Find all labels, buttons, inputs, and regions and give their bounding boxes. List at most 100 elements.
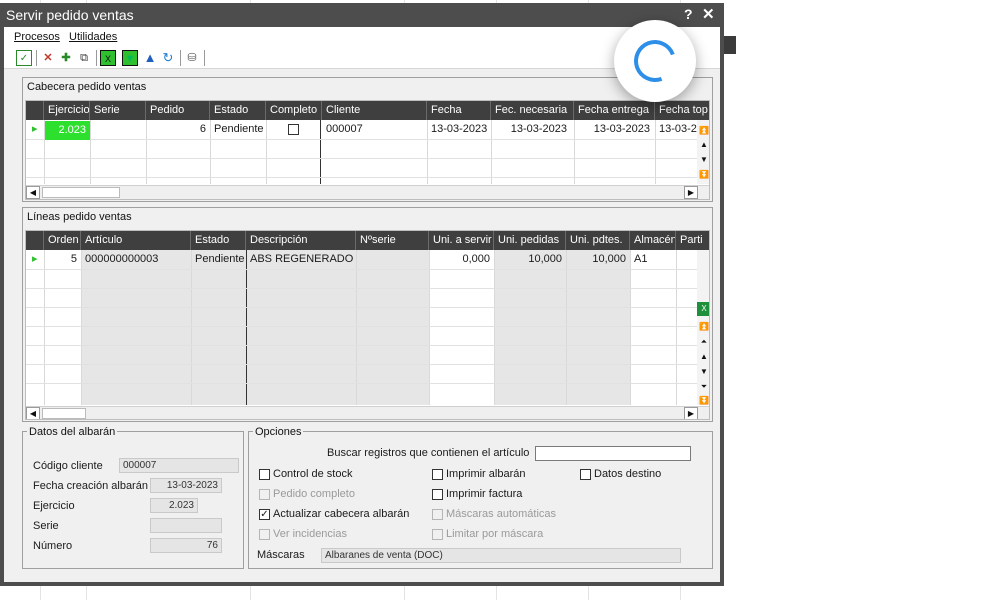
- col-ejercicio[interactable]: Ejercicio: [44, 101, 90, 120]
- first-record-icon[interactable]: ⏫: [697, 124, 709, 138]
- pedido-completo-label: Pedido completo: [273, 488, 355, 500]
- serie-field[interactable]: [150, 518, 222, 533]
- col-cliente[interactable]: Cliente: [322, 101, 427, 120]
- cell-fecha-top[interactable]: 13-03-20: [655, 120, 697, 139]
- col-fec-necesaria[interactable]: Fec. necesaria: [491, 101, 574, 120]
- refresh-icon[interactable]: ↻: [160, 50, 176, 66]
- menu-procesos[interactable]: Procesos: [14, 31, 60, 43]
- copy-icon[interactable]: ⧉: [76, 50, 92, 66]
- col-estado[interactable]: Estado: [210, 101, 266, 120]
- cell-cliente[interactable]: 000007: [322, 120, 427, 139]
- delete-rows-icon[interactable]: ✕: [40, 50, 56, 66]
- col-uni-pedidas[interactable]: Uni. pedidas: [494, 231, 566, 250]
- codigo-cliente-field[interactable]: 000007: [119, 458, 239, 473]
- col-fecha[interactable]: Fecha: [427, 101, 491, 120]
- col-fecha-entrega[interactable]: Fecha entrega: [574, 101, 655, 120]
- filter-icon[interactable]: ▼: [122, 50, 138, 66]
- lineas-group: Líneas pedido ventas Orden Artículo Esta…: [22, 207, 713, 422]
- cabecera-hscroll[interactable]: ◀ ▶: [26, 185, 709, 199]
- actualizar-cabecera-checkbox[interactable]: ✓: [259, 509, 270, 520]
- completo-checkbox[interactable]: [288, 124, 299, 135]
- col-articulo[interactable]: Artículo: [81, 231, 191, 250]
- prev-record-icon[interactable]: ▲: [697, 138, 709, 152]
- next-record-icon[interactable]: ▼: [697, 365, 709, 379]
- prev-record-icon[interactable]: ▲: [697, 350, 709, 364]
- lineas-grid[interactable]: Orden Artículo Estado Descripción Nºseri…: [25, 230, 710, 420]
- menu-utilidades[interactable]: Utilidades: [69, 31, 117, 43]
- first-record-icon[interactable]: ⏫: [697, 320, 709, 334]
- cell-nserie[interactable]: [356, 250, 429, 269]
- col-almacen[interactable]: Almacén: [630, 231, 676, 250]
- cell-fecha-entrega[interactable]: 13-03-2023: [574, 120, 654, 139]
- imprimir-albaran-label[interactable]: Imprimir albarán: [446, 468, 525, 480]
- close-button[interactable]: ✕: [702, 5, 715, 23]
- check-document-icon[interactable]: ✓: [16, 50, 32, 66]
- scroll-right-icon[interactable]: ▶: [684, 186, 698, 199]
- col-estado-linea[interactable]: Estado: [191, 231, 246, 250]
- lineas-hscroll[interactable]: ◀ ▶: [26, 406, 709, 419]
- cell-parti[interactable]: [676, 250, 697, 269]
- add-rows-icon[interactable]: ✚: [58, 50, 74, 66]
- cell-estado-linea[interactable]: Pendiente: [191, 250, 246, 269]
- scroll-left-icon[interactable]: ◀: [26, 407, 40, 419]
- buscar-articulo-input[interactable]: [535, 446, 691, 461]
- scroll-thumb[interactable]: [42, 408, 86, 419]
- cell-articulo[interactable]: 000000000003: [81, 250, 191, 269]
- imprimir-albaran-checkbox[interactable]: [432, 469, 443, 480]
- datos-destino-checkbox[interactable]: [580, 469, 591, 480]
- ejercicio-field[interactable]: 2.023: [150, 498, 198, 513]
- cell-almacen[interactable]: A1: [630, 250, 676, 269]
- imprimir-factura-checkbox[interactable]: [432, 489, 443, 500]
- arrow-up-icon[interactable]: ▲: [142, 50, 158, 66]
- cell-estado[interactable]: Pendiente: [210, 120, 266, 139]
- fecha-creacion-field[interactable]: 13-03-2023: [150, 478, 222, 493]
- help-button[interactable]: ?: [684, 6, 693, 22]
- page-down-icon[interactable]: ⏷: [697, 380, 709, 394]
- cell-fec-necesaria[interactable]: 13-03-2023: [491, 120, 571, 139]
- cell-fecha[interactable]: 13-03-2023: [427, 120, 491, 139]
- col-serie[interactable]: Serie: [90, 101, 146, 120]
- imprimir-factura-label[interactable]: Imprimir factura: [446, 488, 522, 500]
- cell-orden[interactable]: 5: [44, 250, 81, 269]
- serie-label: Serie: [33, 520, 59, 532]
- cell-pedido[interactable]: 6: [146, 120, 210, 139]
- col-orden[interactable]: Orden: [44, 231, 81, 250]
- page-up-icon[interactable]: ⏶: [697, 335, 709, 349]
- loading-spinner: [614, 20, 696, 102]
- col-uni-servir[interactable]: Uni. a servir: [429, 231, 494, 250]
- pedido-completo-checkbox: [259, 489, 270, 500]
- cell-uni-pdtes[interactable]: 10,000: [566, 250, 630, 269]
- col-fecha-top[interactable]: Fecha top: [655, 101, 709, 120]
- control-stock-checkbox[interactable]: [259, 469, 270, 480]
- cell-serie[interactable]: [90, 120, 146, 139]
- scroll-right-icon[interactable]: ▶: [684, 407, 698, 419]
- database-icon[interactable]: ⛁: [184, 50, 200, 66]
- mascaras-field[interactable]: Albaranes de venta (DOC): [321, 548, 681, 563]
- col-uni-pdtes[interactable]: Uni. pdtes.: [566, 231, 630, 250]
- cell-uni-pedidas[interactable]: 10,000: [494, 250, 566, 269]
- control-stock-label[interactable]: Control de stock: [273, 468, 352, 480]
- cell-uni-servir[interactable]: 0,000: [429, 250, 494, 269]
- ver-incidencias-label: Ver incidencias: [273, 528, 347, 540]
- col-descripcion[interactable]: Descripción: [246, 231, 356, 250]
- cell-descripcion[interactable]: ABS REGENERADO DE ...: [246, 250, 356, 269]
- cell-ejercicio[interactable]: 2.023: [45, 121, 90, 140]
- numero-field[interactable]: 76: [150, 538, 222, 553]
- last-record-icon[interactable]: ⏬: [697, 168, 709, 182]
- excel-icon[interactable]: X: [697, 302, 709, 316]
- datos-destino-label[interactable]: Datos destino: [594, 468, 661, 480]
- excel-export-icon[interactable]: X: [100, 50, 116, 66]
- cabecera-grid[interactable]: Ejercicio Serie Pedido Estado Completo C…: [25, 100, 710, 200]
- mascaras-label: Máscaras: [257, 549, 305, 561]
- lineas-header: Orden Artículo Estado Descripción Nºseri…: [26, 231, 709, 250]
- scroll-thumb[interactable]: [42, 187, 120, 198]
- col-parti[interactable]: Parti: [676, 231, 709, 250]
- cabecera-nav: ⏫ ▲ ▼ ⏬: [697, 120, 709, 184]
- col-pedido[interactable]: Pedido: [146, 101, 210, 120]
- col-completo[interactable]: Completo: [266, 101, 322, 120]
- col-nserie[interactable]: Nºserie: [356, 231, 429, 250]
- scroll-left-icon[interactable]: ◀: [26, 186, 40, 199]
- actualizar-cabecera-label[interactable]: Actualizar cabecera albarán: [273, 508, 409, 520]
- next-record-icon[interactable]: ▼: [697, 153, 709, 167]
- mascaras-automaticas-label: Máscaras automáticas: [446, 508, 557, 520]
